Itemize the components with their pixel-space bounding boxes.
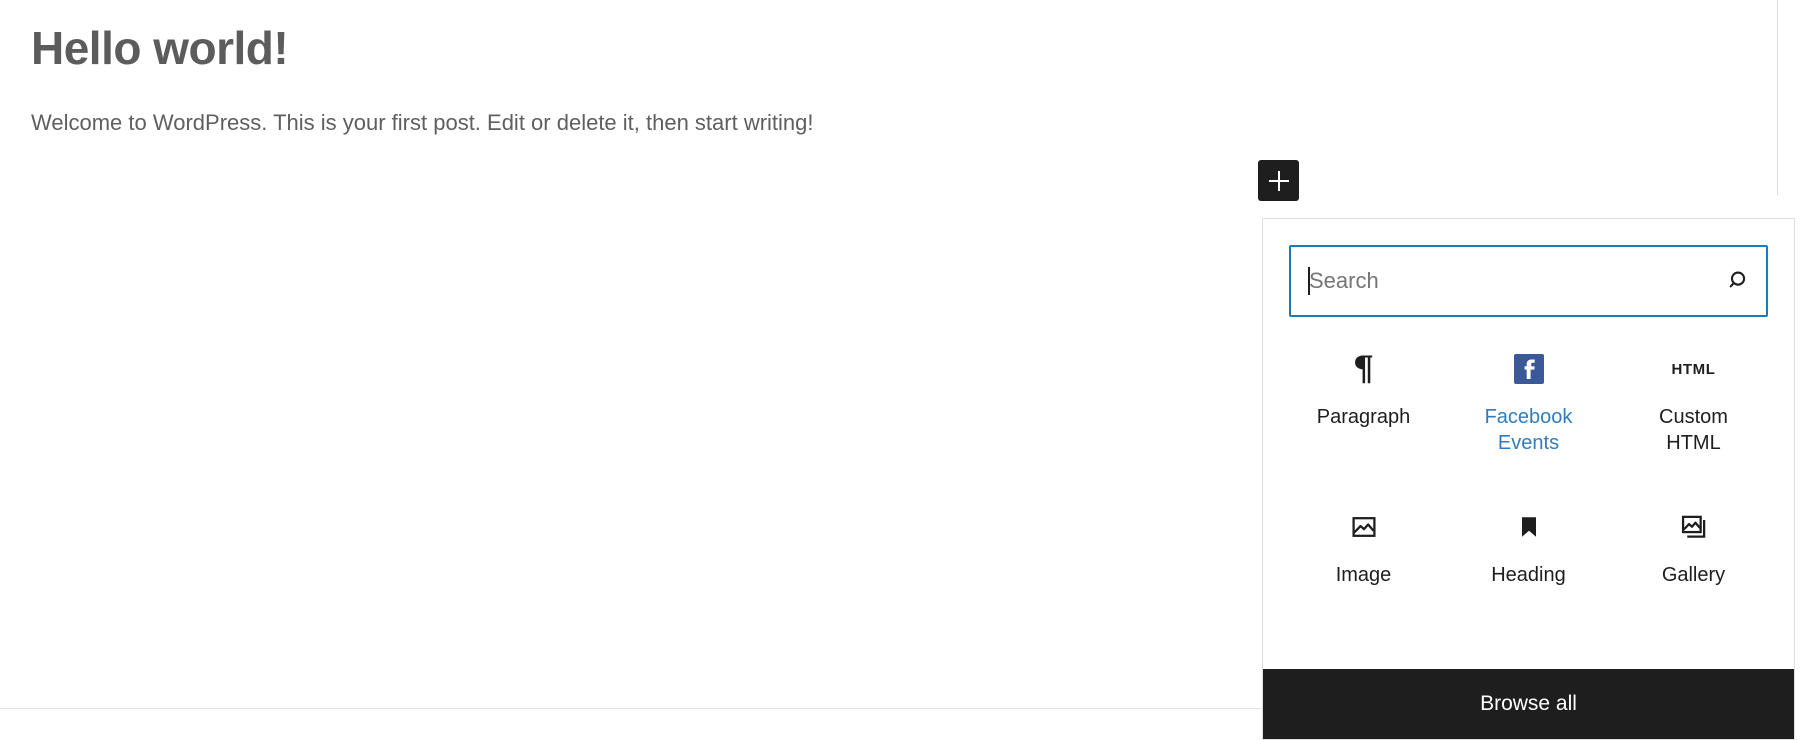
add-block-button[interactable] [1258,160,1299,201]
block-type-grid: ¶ Paragraph Facebook Events HTML Custom … [1263,317,1794,669]
inserter-search-section [1263,219,1794,317]
block-inserter-popover: ¶ Paragraph Facebook Events HTML Custom … [1262,218,1795,740]
block-item-label: Paragraph [1316,406,1411,428]
plus-icon [1268,170,1289,191]
page-title[interactable]: Hello world! [31,22,289,75]
block-item-gallery[interactable]: Gallery [1611,493,1776,625]
block-item-label: Image [1335,564,1392,586]
html-icon: HTML [1671,360,1716,378]
block-item-label: Facebook Events [1484,406,1573,454]
block-item-image[interactable]: Image [1281,493,1446,625]
search-field[interactable] [1289,245,1768,317]
block-item-facebook-events[interactable]: Facebook Events [1446,335,1611,467]
block-item-paragraph[interactable]: ¶ Paragraph [1281,335,1446,467]
paragraph-icon: ¶ [1352,349,1375,389]
heading-icon [1514,507,1544,547]
content-column-right-divider [1777,0,1778,196]
block-item-label: Heading [1491,564,1566,586]
content-bottom-divider [0,708,1262,709]
block-item-label: Gallery [1661,564,1726,586]
block-item-heading[interactable]: Heading [1446,493,1611,625]
post-paragraph-block[interactable]: Welcome to WordPress. This is your first… [31,106,814,139]
text-caret [1308,267,1310,295]
facebook-icon [1513,349,1544,389]
search-input[interactable] [1291,247,1714,315]
image-icon [1348,507,1380,547]
block-item-custom-html[interactable]: HTML Custom HTML [1611,335,1776,467]
gallery-icon [1678,507,1710,547]
block-item-label: Custom HTML [1659,406,1728,454]
browse-all-button[interactable]: Browse all [1263,669,1794,739]
search-icon [1714,247,1766,315]
